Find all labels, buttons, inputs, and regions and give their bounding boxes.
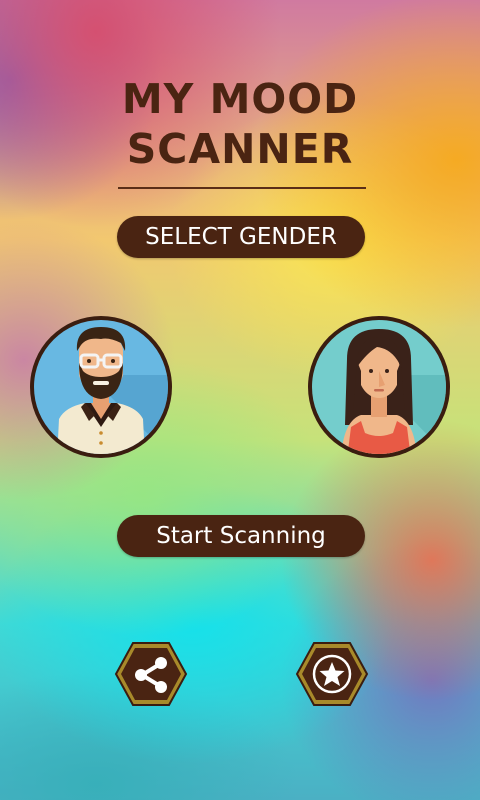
select-gender-label: SELECT GENDER <box>117 216 365 258</box>
share-icon <box>114 642 188 706</box>
app-title: MY MOOD SCANNER <box>0 74 480 174</box>
app-title-line1: MY MOOD <box>121 75 359 123</box>
female-avatar-button[interactable] <box>307 315 451 459</box>
male-avatar-button[interactable] <box>29 315 173 459</box>
star-icon <box>295 642 369 706</box>
start-scanning-button[interactable]: Start Scanning <box>117 515 365 557</box>
title-divider <box>118 187 366 189</box>
app-title-line2: SCANNER <box>126 125 354 173</box>
rate-button[interactable] <box>295 641 369 707</box>
share-button[interactable] <box>114 641 188 707</box>
male-avatar-icon <box>30 316 172 458</box>
female-avatar-icon <box>308 316 450 458</box>
